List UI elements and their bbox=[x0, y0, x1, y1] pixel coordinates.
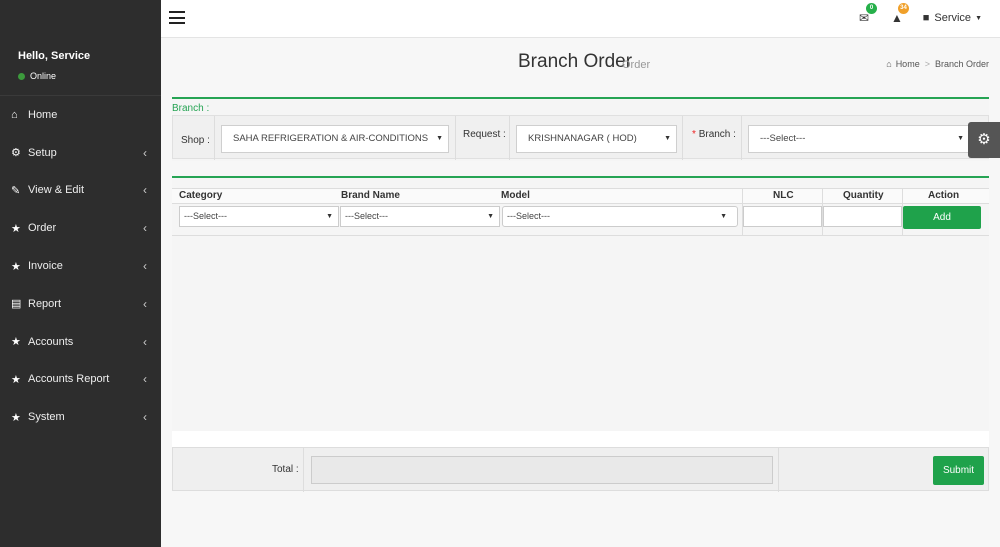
quantity-input[interactable] bbox=[823, 206, 902, 227]
sidebar-item-label: System bbox=[28, 411, 65, 424]
sidebar-item-label: View & Edit bbox=[28, 184, 85, 197]
column-header-quantity: Quantity bbox=[843, 190, 884, 201]
chevron-left-icon: ‹ bbox=[143, 221, 147, 236]
star-icon: ★ bbox=[11, 260, 21, 273]
sidebar-item-label: Order bbox=[28, 222, 57, 235]
branch-label: * Branch : bbox=[692, 129, 736, 140]
page-title: Branch Order bbox=[518, 51, 633, 72]
column-header-nlc: NLC bbox=[773, 190, 794, 201]
sidebar-item-home[interactable]: ⌂ Home bbox=[0, 96, 161, 134]
branch-select[interactable]: ---Select--- ▼ bbox=[748, 125, 970, 153]
page-subtitle: Order bbox=[622, 59, 651, 71]
sidebar-item-invoice[interactable]: ★ Invoice ‹ bbox=[0, 247, 161, 285]
settings-gear-button[interactable]: ⚙ bbox=[968, 122, 1000, 158]
user-greeting: Hello, Service bbox=[18, 50, 91, 62]
breadcrumb: ⌂ Home > Branch Order bbox=[886, 59, 989, 69]
sidebar-item-label: Setup bbox=[28, 146, 57, 159]
user-menu-label: Service bbox=[934, 12, 972, 24]
star-icon: ★ bbox=[11, 411, 21, 424]
breadcrumb-home-link[interactable]: Home bbox=[896, 59, 920, 69]
online-status-icon bbox=[18, 72, 25, 80]
caret-down-icon: ▼ bbox=[487, 213, 494, 220]
nlc-input[interactable] bbox=[743, 206, 822, 227]
star-icon: ★ bbox=[11, 336, 21, 349]
home-icon: ⌂ bbox=[886, 59, 892, 69]
column-header-brand: Brand Name bbox=[341, 190, 400, 201]
sidebar-item-accounts-report[interactable]: ★ Accounts Report ‹ bbox=[0, 361, 161, 399]
column-header-model: Model bbox=[501, 190, 530, 201]
home-icon: ⌂ bbox=[11, 108, 18, 121]
add-button[interactable]: Add bbox=[903, 206, 981, 229]
sidebar-item-order[interactable]: ★ Order ‹ bbox=[0, 209, 161, 247]
sidebar-item-accounts[interactable]: ★ Accounts ‹ bbox=[0, 323, 161, 361]
sidebar-item-label: Accounts bbox=[28, 335, 74, 348]
request-select[interactable]: KRISHNANAGAR ( HOD) ▼ bbox=[516, 125, 677, 153]
top-navbar: ✉ 0 ▲ 34 ■ Service ▼ bbox=[161, 0, 1000, 38]
chevron-left-icon: ‹ bbox=[143, 259, 147, 274]
sidebar-menu: ⌂ Home ⚙ Setup ‹ ✎ View & Edit ‹ ★ Order… bbox=[0, 96, 161, 436]
caret-down-icon: ▼ bbox=[975, 14, 982, 22]
sidebar-item-label: Invoice bbox=[28, 260, 63, 273]
shop-label: Shop : bbox=[181, 135, 210, 146]
total-label: Total : bbox=[272, 464, 299, 475]
chevron-left-icon: ‹ bbox=[143, 372, 147, 387]
chevron-left-icon: ‹ bbox=[143, 334, 147, 349]
submit-button[interactable]: Submit bbox=[933, 456, 984, 485]
breadcrumb-separator: > bbox=[924, 59, 930, 69]
caret-down-icon: ▼ bbox=[436, 135, 443, 142]
sidebar-item-report[interactable]: ▤ Report ‹ bbox=[0, 285, 161, 323]
brand-select[interactable]: ---Select--- ▼ bbox=[340, 206, 500, 227]
order-table-header: Category Brand Name Model NLC Quantity A… bbox=[172, 188, 989, 204]
alert-icon[interactable]: ▲ 34 bbox=[891, 3, 909, 25]
total-row: Total : Submit bbox=[172, 447, 989, 492]
sidebar-item-label: Home bbox=[28, 108, 58, 121]
caret-down-icon: ▼ bbox=[957, 135, 964, 142]
branch-panel: Branch : Shop : SAHA REFRIGERATION & AIR… bbox=[172, 97, 989, 161]
column-header-action: Action bbox=[928, 190, 960, 201]
user-status: Online bbox=[18, 71, 161, 81]
caret-down-icon: ▼ bbox=[664, 135, 671, 142]
mail-count-badge: 0 bbox=[866, 3, 877, 14]
user-icon: ■ bbox=[922, 12, 930, 24]
sidebar-item-setup[interactable]: ⚙ Setup ‹ bbox=[0, 134, 161, 172]
cogs-icon: ⚙ bbox=[11, 147, 21, 160]
sidebar-item-label: Accounts Report bbox=[28, 373, 110, 386]
sidebar: Hello, Service Online ⌂ Home ⚙ Setup ‹ ✎… bbox=[0, 0, 161, 547]
breadcrumb-current: Branch Order bbox=[934, 59, 989, 69]
caret-down-icon: ▼ bbox=[720, 213, 727, 220]
branch-panel-title: Branch : bbox=[172, 103, 210, 114]
chevron-left-icon: ‹ bbox=[143, 410, 147, 425]
category-select[interactable]: ---Select--- ▼ bbox=[179, 206, 339, 227]
total-field bbox=[311, 456, 773, 484]
edit-icon: ✎ bbox=[11, 184, 21, 197]
star-icon: ★ bbox=[11, 373, 21, 386]
model-select[interactable]: ---Select--- ▼ bbox=[502, 206, 738, 227]
sidebar-item-system[interactable]: ★ System ‹ bbox=[0, 398, 161, 436]
user-panel: Hello, Service Online bbox=[0, 0, 161, 96]
gear-icon: ⚙ bbox=[977, 131, 991, 148]
sidebar-item-label: Report bbox=[28, 297, 62, 310]
hamburger-menu-icon[interactable] bbox=[169, 11, 185, 24]
order-panel: Category Brand Name Model NLC Quantity A… bbox=[172, 176, 989, 492]
chevron-left-icon: ‹ bbox=[143, 145, 147, 160]
chevron-left-icon: ‹ bbox=[143, 183, 147, 198]
shop-select[interactable]: SAHA REFRIGERATION & AIR-CONDITIONS ▼ bbox=[221, 125, 449, 153]
status-label: Online bbox=[30, 71, 57, 81]
column-header-category: Category bbox=[179, 190, 223, 201]
caret-down-icon: ▼ bbox=[326, 213, 333, 220]
chevron-left-icon: ‹ bbox=[143, 296, 147, 311]
star-icon: ★ bbox=[11, 222, 21, 235]
user-dropdown[interactable]: ■ Service ▼ bbox=[923, 12, 982, 24]
request-label: Request : bbox=[463, 129, 506, 140]
sidebar-item-view-edit[interactable]: ✎ View & Edit ‹ bbox=[0, 172, 161, 210]
file-icon: ▤ bbox=[11, 298, 22, 311]
alert-count-badge: 34 bbox=[898, 3, 909, 14]
mail-icon[interactable]: ✉ 0 bbox=[859, 3, 877, 25]
branch-filter-row: Shop : SAHA REFRIGERATION & AIR-CONDITIO… bbox=[172, 115, 989, 160]
